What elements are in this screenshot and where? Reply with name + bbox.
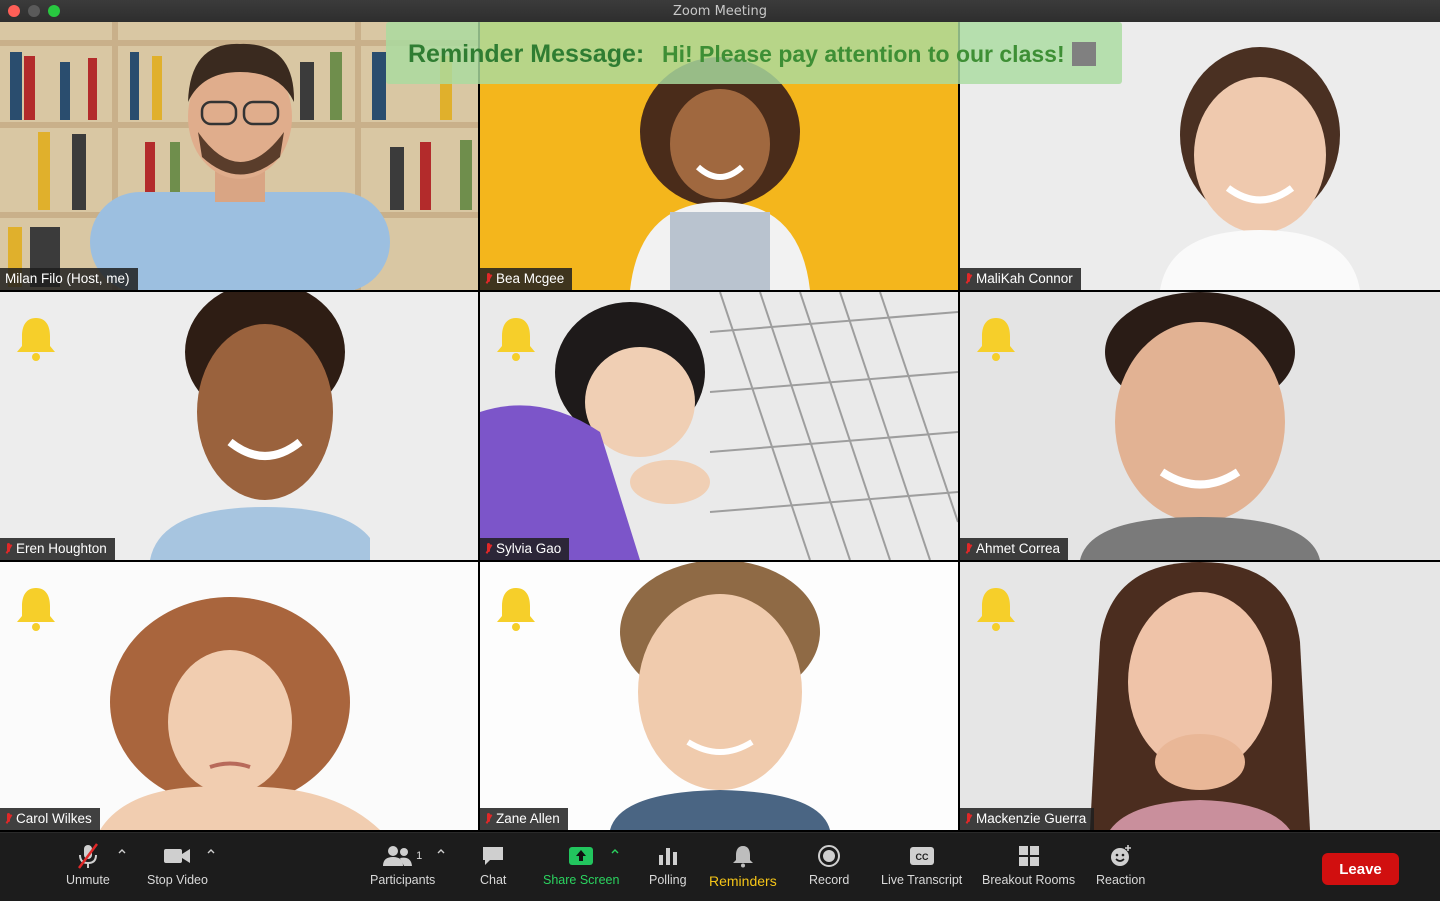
polling-label: Polling [649,873,687,887]
participant-video [610,562,830,830]
participant-video [1090,562,1310,830]
host-person [90,43,390,290]
share-screen-button[interactable]: Share Screen [543,841,619,887]
participants-icon [383,846,413,866]
participant-name-tag: Carol Wilkes [0,808,100,830]
chevron-up-icon[interactable] [437,847,445,855]
mic-muted-icon [5,813,12,825]
bell-icon [977,588,1015,631]
participant-video [480,292,958,560]
title-bar: Zoom Meeting [0,0,1440,23]
reminder-close-button[interactable] [1072,42,1096,66]
participant-name-tag: Ahmet Correa [960,538,1069,560]
bell-icon [17,318,55,361]
video-tile-carol-wilkes[interactable]: Carol Wilkes [0,562,478,830]
mic-muted-icon [5,543,12,555]
participants-label: Participants [370,873,436,887]
meeting-toolbar: Unmute Stop Video 1 Participants Chat Sh… [0,832,1440,901]
mic-muted-icon [485,543,492,555]
participant-name: Mackenzie Guerra [976,811,1087,826]
participant-name: Bea Mcgee [496,271,565,286]
participant-name-tag: Eren Houghton [0,538,115,560]
closed-captions-icon: CC [909,847,934,865]
chat-bubble-icon [483,847,504,865]
emoji-add-icon [1110,845,1131,866]
unmute-button[interactable]: Unmute [66,841,110,887]
participant-video [150,292,370,560]
microphone-muted-icon [77,843,98,869]
participant-name-tag: Zane Allen [480,808,568,830]
participant-name: Carol Wilkes [16,811,92,826]
record-icon [818,845,841,867]
video-camera-icon [164,849,191,863]
participant-video [1160,47,1360,290]
participant-name-tag: Bea Mcgee [480,268,573,290]
svg-text:CC: CC [915,852,928,862]
record-button[interactable]: Record [809,841,849,887]
participant-name: Ahmet Correa [976,541,1061,556]
reaction-label: Reaction [1096,873,1146,887]
chat-button[interactable]: Chat [480,841,506,887]
share-screen-label: Share Screen [543,873,620,887]
bell-icon [497,318,535,361]
video-tile-eren-houghton[interactable]: Eren Houghton [0,292,478,560]
participant-name: Sylvia Gao [496,541,562,556]
reaction-button[interactable]: Reaction [1096,841,1145,887]
participant-name: Zane Allen [496,811,560,826]
share-screen-icon [569,847,594,865]
participant-video [100,597,380,830]
participant-name-tag: Sylvia Gao [480,538,570,560]
chevron-up-icon[interactable] [207,847,215,855]
video-tile-ahmet-correa[interactable]: Ahmet Correa [960,292,1440,560]
bell-icon [977,318,1015,361]
mic-muted-icon [965,543,972,555]
participant-name: MaliKah Connor [976,271,1073,286]
mic-muted-icon [965,273,972,285]
participant-name-tag: MaliKah Connor [960,268,1081,290]
breakout-rooms-icon [1018,846,1039,866]
video-tile-sylvia-gao[interactable]: Sylvia Gao [480,292,958,560]
reminder-banner: Reminder Message: Hi! Please pay attenti… [386,22,1122,84]
reminder-message: Hi! Please pay attention to our class! [662,41,1065,67]
mic-muted-icon [965,813,972,825]
participants-button[interactable]: 1 Participants [370,841,435,887]
live-transcript-button[interactable]: CC Live Transcript [881,841,962,887]
participant-name-tag: Milan Filo (Host, me) [0,268,138,290]
chat-label: Chat [480,873,507,887]
reminder-label: Reminder Message: [408,40,645,68]
bell-icon [497,588,535,631]
participant-name: Eren Houghton [16,541,107,556]
participant-name: Milan Filo (Host, me) [5,271,130,286]
video-tile-mackenzie-guerra[interactable]: Mackenzie Guerra [960,562,1440,830]
chevron-up-icon[interactable] [118,847,126,855]
stop-video-button[interactable]: Stop Video [147,841,208,887]
breakout-rooms-button[interactable]: Breakout Rooms [982,841,1075,887]
chevron-up-icon[interactable] [611,847,619,855]
polling-button[interactable]: Polling [649,841,687,887]
window-title: Zoom Meeting [672,4,768,19]
mic-muted-icon [485,273,492,285]
bar-chart-icon [658,848,677,865]
participants-count: 1 [416,850,423,862]
mic-muted-icon [485,813,492,825]
participant-video [630,57,810,290]
stop-video-label: Stop Video [147,873,208,887]
participant-name-tag: Mackenzie Guerra [960,808,1095,830]
video-tile-zane-allen[interactable]: Zane Allen [480,562,958,830]
bell-icon [17,588,55,631]
reminders-label: Reminders [709,873,777,889]
participant-video [1080,292,1320,560]
bell-icon [732,846,753,868]
live-transcript-label: Live Transcript [881,873,963,887]
leave-button[interactable]: Leave [1322,853,1399,885]
unmute-label: Unmute [66,873,110,887]
video-grid: Milan Filo (Host, me) Bea Mcgee MaliKah … [0,22,1440,832]
record-label: Record [809,873,850,887]
breakout-rooms-label: Breakout Rooms [982,873,1076,887]
reminders-button[interactable]: Reminders [709,841,777,889]
